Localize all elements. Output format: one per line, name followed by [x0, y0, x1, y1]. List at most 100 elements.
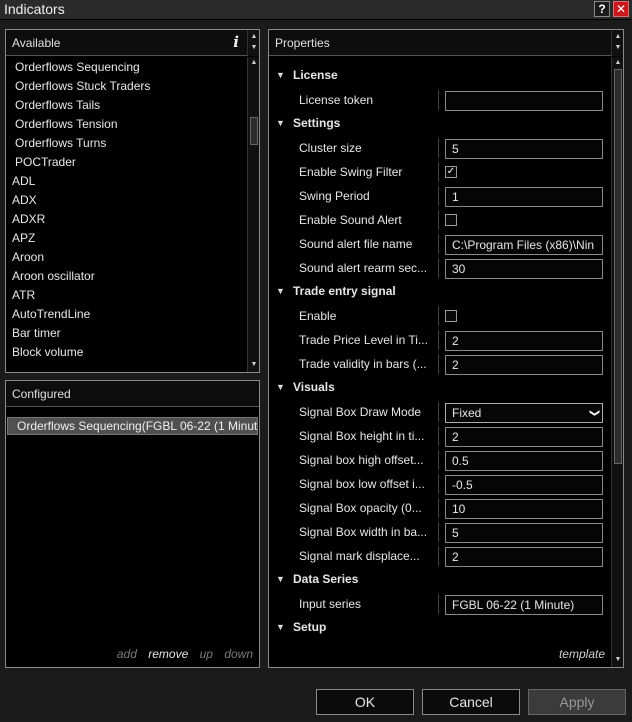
up-button[interactable]: up [200, 647, 213, 661]
category-label: Trade entry signal [293, 284, 396, 298]
scroll-down-icon[interactable]: ▼ [612, 655, 624, 665]
header-scroll-buttons[interactable]: ▲ ▼ [611, 30, 623, 56]
list-item[interactable]: Orderflows Tails [6, 96, 247, 115]
category-header[interactable]: ▼ Trade entry signal [269, 280, 609, 304]
list-item[interactable]: Aroon oscillator [6, 267, 247, 286]
column-divider[interactable] [438, 234, 439, 254]
remove-button[interactable]: remove [148, 647, 188, 661]
property-input[interactable]: C:\Program Files (x86)\Nin [445, 235, 603, 255]
list-item[interactable]: APZ [6, 229, 247, 248]
category-header[interactable]: ▼ Visuals [269, 376, 609, 400]
property-input[interactable]: FGBL 06-22 (1 Minute) [445, 595, 603, 615]
configured-panel: Configured Orderflows Sequencing(FGBL 06… [5, 380, 260, 668]
caret-down-icon[interactable]: ▼ [276, 574, 285, 584]
property-row: Sound alert rearm sec... 30 [269, 256, 609, 280]
column-divider[interactable] [438, 354, 439, 374]
property-input[interactable]: -0.5 [445, 475, 603, 495]
list-item[interactable]: Bar timer [6, 324, 247, 343]
property-input[interactable]: 10 [445, 499, 603, 519]
column-divider[interactable] [438, 522, 439, 542]
category-header[interactable]: ▼ Setup [269, 616, 609, 640]
property-row: Signal box high offset... 0.5 [269, 448, 609, 472]
list-item[interactable]: Orderflows Sequencing [6, 58, 247, 77]
list-item[interactable]: ATR [6, 286, 247, 305]
list-item[interactable]: ADL [6, 172, 247, 191]
caret-down-icon[interactable]: ▼ [276, 118, 285, 128]
scroll-down-icon[interactable]: ▼ [612, 43, 624, 53]
list-item[interactable]: Orderflows Stuck Traders [6, 77, 247, 96]
caret-down-icon[interactable]: ▼ [276, 70, 285, 80]
configured-item[interactable]: Orderflows Sequencing(FGBL 06-22 (1 Minu… [7, 417, 258, 435]
category-header[interactable]: ▼ Data Series [269, 568, 609, 592]
scroll-up-icon[interactable]: ▲ [612, 32, 624, 42]
list-item[interactable]: POCTrader [6, 153, 247, 172]
column-divider[interactable] [438, 210, 439, 230]
column-divider[interactable] [438, 138, 439, 158]
property-input[interactable]: 1 [445, 187, 603, 207]
close-button[interactable]: ✕ [613, 1, 629, 17]
property-input[interactable] [445, 91, 603, 111]
info-icon[interactable]: i [233, 33, 239, 51]
list-item[interactable]: Orderflows Turns [6, 134, 247, 153]
column-divider[interactable] [438, 474, 439, 494]
down-button[interactable]: down [224, 647, 253, 661]
scroll-thumb[interactable] [614, 69, 622, 464]
list-item[interactable]: Aroon [6, 248, 247, 267]
caret-down-icon[interactable]: ▼ [276, 382, 285, 392]
column-divider[interactable] [438, 594, 439, 614]
available-scrollbar[interactable]: ▲ ▼ [247, 57, 259, 372]
ok-button[interactable]: OK [316, 689, 414, 715]
cancel-button[interactable]: Cancel [422, 689, 520, 715]
scroll-up-icon[interactable]: ▲ [612, 58, 624, 68]
column-divider[interactable] [438, 306, 439, 326]
apply-button[interactable]: Apply [528, 689, 626, 715]
scroll-up-icon[interactable]: ▲ [248, 32, 260, 42]
property-row: Signal Box Draw Mode Fixed ❯ [269, 400, 609, 424]
column-divider[interactable] [438, 450, 439, 470]
column-divider[interactable] [438, 426, 439, 446]
column-divider[interactable] [438, 162, 439, 182]
list-item[interactable]: ADX [6, 191, 247, 210]
title-bar: Indicators ? ✕ [0, 0, 632, 20]
header-scroll-buttons[interactable]: ▲ ▼ [247, 30, 259, 56]
column-divider[interactable] [438, 498, 439, 518]
dropdown-select[interactable]: Fixed ❯ [445, 403, 603, 423]
category-header[interactable]: ▼ Settings [269, 112, 609, 136]
scroll-down-icon[interactable]: ▼ [248, 360, 260, 370]
scroll-down-icon[interactable]: ▼ [248, 43, 260, 53]
column-divider[interactable] [438, 186, 439, 206]
list-item[interactable]: AutoTrendLine [6, 305, 247, 324]
column-divider[interactable] [438, 546, 439, 566]
checkbox[interactable] [445, 310, 457, 322]
property-label: Enable [299, 309, 337, 323]
property-input[interactable]: 0.5 [445, 451, 603, 471]
property-row: Swing Period 1 [269, 184, 609, 208]
column-divider[interactable] [438, 258, 439, 278]
property-input[interactable]: 2 [445, 547, 603, 567]
column-divider[interactable] [438, 402, 439, 422]
property-input[interactable]: 2 [445, 427, 603, 447]
caret-down-icon[interactable]: ▼ [276, 286, 285, 296]
scroll-up-icon[interactable]: ▲ [248, 58, 260, 68]
checkbox[interactable]: ✓ [445, 166, 457, 178]
checkbox[interactable] [445, 214, 457, 226]
help-button[interactable]: ? [594, 1, 610, 17]
property-input[interactable]: 2 [445, 331, 603, 351]
category-header[interactable]: ▼ License [269, 64, 609, 88]
property-input[interactable]: 5 [445, 523, 603, 543]
column-divider[interactable] [438, 90, 439, 110]
template-link[interactable]: template [559, 647, 605, 661]
scroll-thumb[interactable] [250, 117, 258, 145]
list-item[interactable]: Orderflows Tension [6, 115, 247, 134]
property-input[interactable]: 5 [445, 139, 603, 159]
property-input[interactable]: 30 [445, 259, 603, 279]
list-item[interactable]: Block volume [6, 343, 247, 362]
property-input[interactable]: 2 [445, 355, 603, 375]
properties-scrollbar[interactable]: ▲ ▼ [611, 57, 623, 667]
chevron-down-icon: ❯ [588, 408, 600, 418]
caret-down-icon[interactable]: ▼ [276, 622, 285, 632]
property-row: Input series FGBL 06-22 (1 Minute) [269, 592, 609, 616]
add-button[interactable]: add [117, 647, 137, 661]
column-divider[interactable] [438, 330, 439, 350]
list-item[interactable]: ADXR [6, 210, 247, 229]
